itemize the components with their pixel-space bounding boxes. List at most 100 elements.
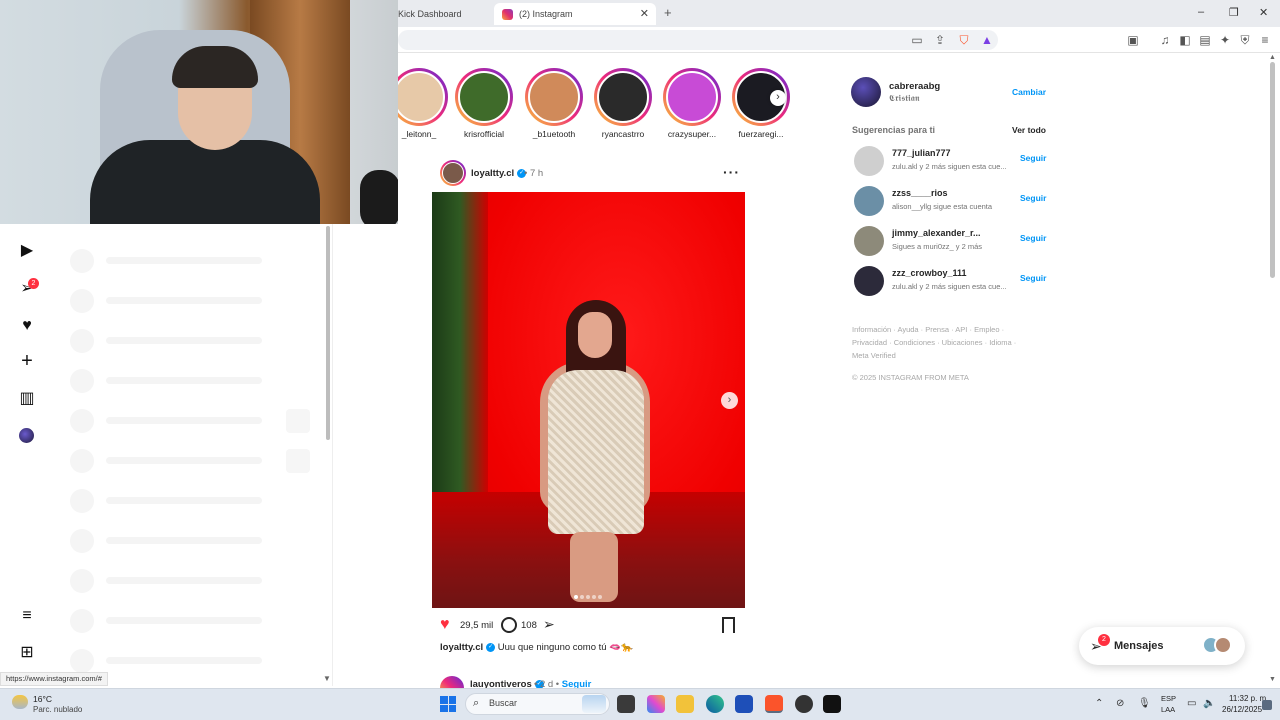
footer-link[interactable]: Meta Verified [852, 351, 896, 360]
post-image[interactable] [432, 192, 745, 608]
input-layout[interactable]: LAA [1161, 705, 1175, 714]
story-username: krisrofficial [464, 129, 504, 139]
comment-count[interactable]: 108 [521, 620, 537, 631]
page-scrollbar[interactable] [1270, 62, 1275, 278]
notifications-center-icon[interactable] [1262, 700, 1272, 710]
comment-icon[interactable] [501, 617, 517, 633]
follow-button[interactable]: Seguir [1020, 273, 1046, 283]
footer-link[interactable]: Idioma [989, 338, 1012, 347]
story-item[interactable]: crazysuper... [663, 68, 721, 139]
share-paper-plane-icon[interactable]: ➢ [543, 616, 555, 633]
status-url: https://www.instagram.com/# [0, 672, 108, 686]
display-icon[interactable]: ▭ [1187, 698, 1196, 709]
stories-next-icon[interactable]: › [770, 90, 786, 106]
follow-button[interactable]: Seguir [1020, 193, 1046, 203]
reader-icon[interactable]: ◧ [1178, 33, 1192, 47]
story-item[interactable]: _b1uetooth [525, 68, 583, 139]
task-view-icon[interactable] [617, 695, 635, 713]
brave-rewards-icon[interactable]: ▲ [980, 33, 994, 47]
weather-temp[interactable]: 16°C [33, 694, 52, 704]
windows-start-icon[interactable] [440, 696, 456, 712]
cast-icon[interactable]: ▭ [910, 33, 924, 47]
suggestion-username[interactable]: 777_julian777 [892, 148, 951, 158]
footer-link[interactable]: API [955, 325, 967, 334]
footer-link[interactable]: Prensa [925, 325, 949, 334]
sidebar-toggle-icon[interactable]: ▣ [1126, 33, 1140, 47]
footer-link[interactable]: Ubicaciones [942, 338, 983, 347]
brave-taskbar-icon[interactable] [765, 695, 783, 713]
network-icon[interactable]: ⊘ [1116, 698, 1124, 709]
footer-link[interactable]: Privacidad [852, 338, 887, 347]
also-from-meta-icon[interactable]: ⊞ [17, 643, 37, 663]
follow-button[interactable]: Seguir [1020, 153, 1046, 163]
close-tab-icon[interactable]: ✕ [640, 7, 649, 20]
weather-icon[interactable] [12, 695, 28, 709]
clock-date[interactable]: 26/12/2025 [1222, 705, 1262, 714]
notification-skeleton-row [70, 409, 310, 433]
switch-account-button[interactable]: Cambiar [1012, 87, 1046, 97]
story-item[interactable]: krisrofficial [455, 68, 513, 139]
obs-icon[interactable] [795, 695, 813, 713]
new-tab-icon[interactable]: + [664, 5, 672, 20]
scroll-up-icon[interactable]: ▲ [1269, 54, 1276, 61]
close-window-icon[interactable]: ✕ [1259, 6, 1268, 19]
address-bar[interactable] [398, 30, 998, 50]
follow-button[interactable]: Seguir [1020, 233, 1046, 243]
app-icon[interactable] [823, 695, 841, 713]
save-bookmark-icon[interactable] [722, 617, 735, 633]
store-icon[interactable] [735, 695, 753, 713]
scroll-down-icon[interactable]: ▼ [1269, 676, 1276, 683]
wallet-icon[interactable]: ▤ [1198, 33, 1212, 47]
footer-link[interactable]: Información [852, 325, 891, 334]
tab-kick-dashboard[interactable]: Kick Dashboard [390, 3, 494, 25]
carousel-next-icon[interactable]: › [721, 392, 738, 409]
story-item[interactable]: ryancastrro [594, 68, 652, 139]
suggestion-avatar[interactable] [854, 186, 884, 216]
suggestion-avatar[interactable] [854, 146, 884, 176]
current-user-avatar[interactable] [851, 77, 881, 107]
see-all-button[interactable]: Ver todo [1012, 125, 1046, 135]
media-icon[interactable]: ♫ [1158, 33, 1172, 47]
suggestion-avatar[interactable] [854, 226, 884, 256]
input-language[interactable]: ESP [1161, 694, 1176, 703]
copilot-icon[interactable] [647, 695, 665, 713]
share-icon[interactable]: ⇪ [933, 33, 947, 47]
brave-shield-icon[interactable]: ⛉ [957, 33, 971, 47]
post-author[interactable]: loyaltty.cl ✓ [471, 168, 527, 179]
footer-link[interactable]: Empleo [974, 325, 999, 334]
tab-instagram[interactable]: (2) Instagram ✕ [494, 3, 656, 25]
menu-icon[interactable]: ≡ [1258, 33, 1272, 47]
vpn-icon[interactable]: ⛨ [1238, 33, 1252, 47]
scroll-down-icon[interactable]: ▼ [323, 674, 331, 683]
reels-icon[interactable]: ▶ [17, 241, 37, 261]
like-count[interactable]: 29,5 mil [460, 620, 493, 631]
current-user-username[interactable]: cabreraabg [889, 81, 940, 92]
microphone-icon[interactable]: 🎙 [1138, 698, 1151, 709]
like-heart-icon[interactable]: ♥ [440, 617, 450, 633]
volume-icon[interactable]: 🔈 [1203, 698, 1215, 709]
story-item[interactable]: _leitonn_ [390, 68, 448, 139]
restore-icon[interactable]: ❐ [1229, 6, 1239, 19]
post-options-icon[interactable]: ··· [723, 164, 740, 180]
suggestion-avatar[interactable] [854, 266, 884, 296]
notifications-heart-icon[interactable]: ♥ [17, 316, 37, 336]
edge-icon[interactable] [706, 695, 724, 713]
dashboard-icon[interactable]: ▥ [17, 389, 37, 409]
post-author-avatar[interactable] [440, 160, 466, 186]
minimize-icon[interactable]: – [1198, 6, 1204, 18]
suggestion-username[interactable]: zzss____rios [892, 188, 948, 198]
suggestion-username[interactable]: zzz_crowboy_111 [892, 268, 967, 278]
file-explorer-icon[interactable] [676, 695, 694, 713]
footer-link[interactable]: Ayuda [897, 325, 918, 334]
create-plus-icon[interactable]: + [17, 351, 37, 371]
profile-avatar[interactable] [19, 428, 34, 443]
suggestion-username[interactable]: jimmy_alexander_r... [892, 228, 981, 238]
caption-username[interactable]: loyaltty.cl [440, 642, 483, 653]
show-hidden-icons-icon[interactable]: ⌃ [1095, 698, 1103, 709]
footer-link[interactable]: Condiciones [894, 338, 935, 347]
leo-ai-icon[interactable]: ✦ [1218, 33, 1232, 47]
post-author-username[interactable]: loyaltty.cl [471, 168, 514, 179]
more-menu-icon[interactable]: ≡ [17, 606, 37, 626]
panel-scrollbar[interactable] [326, 226, 330, 440]
weather-desc[interactable]: Parc. nublado [33, 705, 82, 714]
